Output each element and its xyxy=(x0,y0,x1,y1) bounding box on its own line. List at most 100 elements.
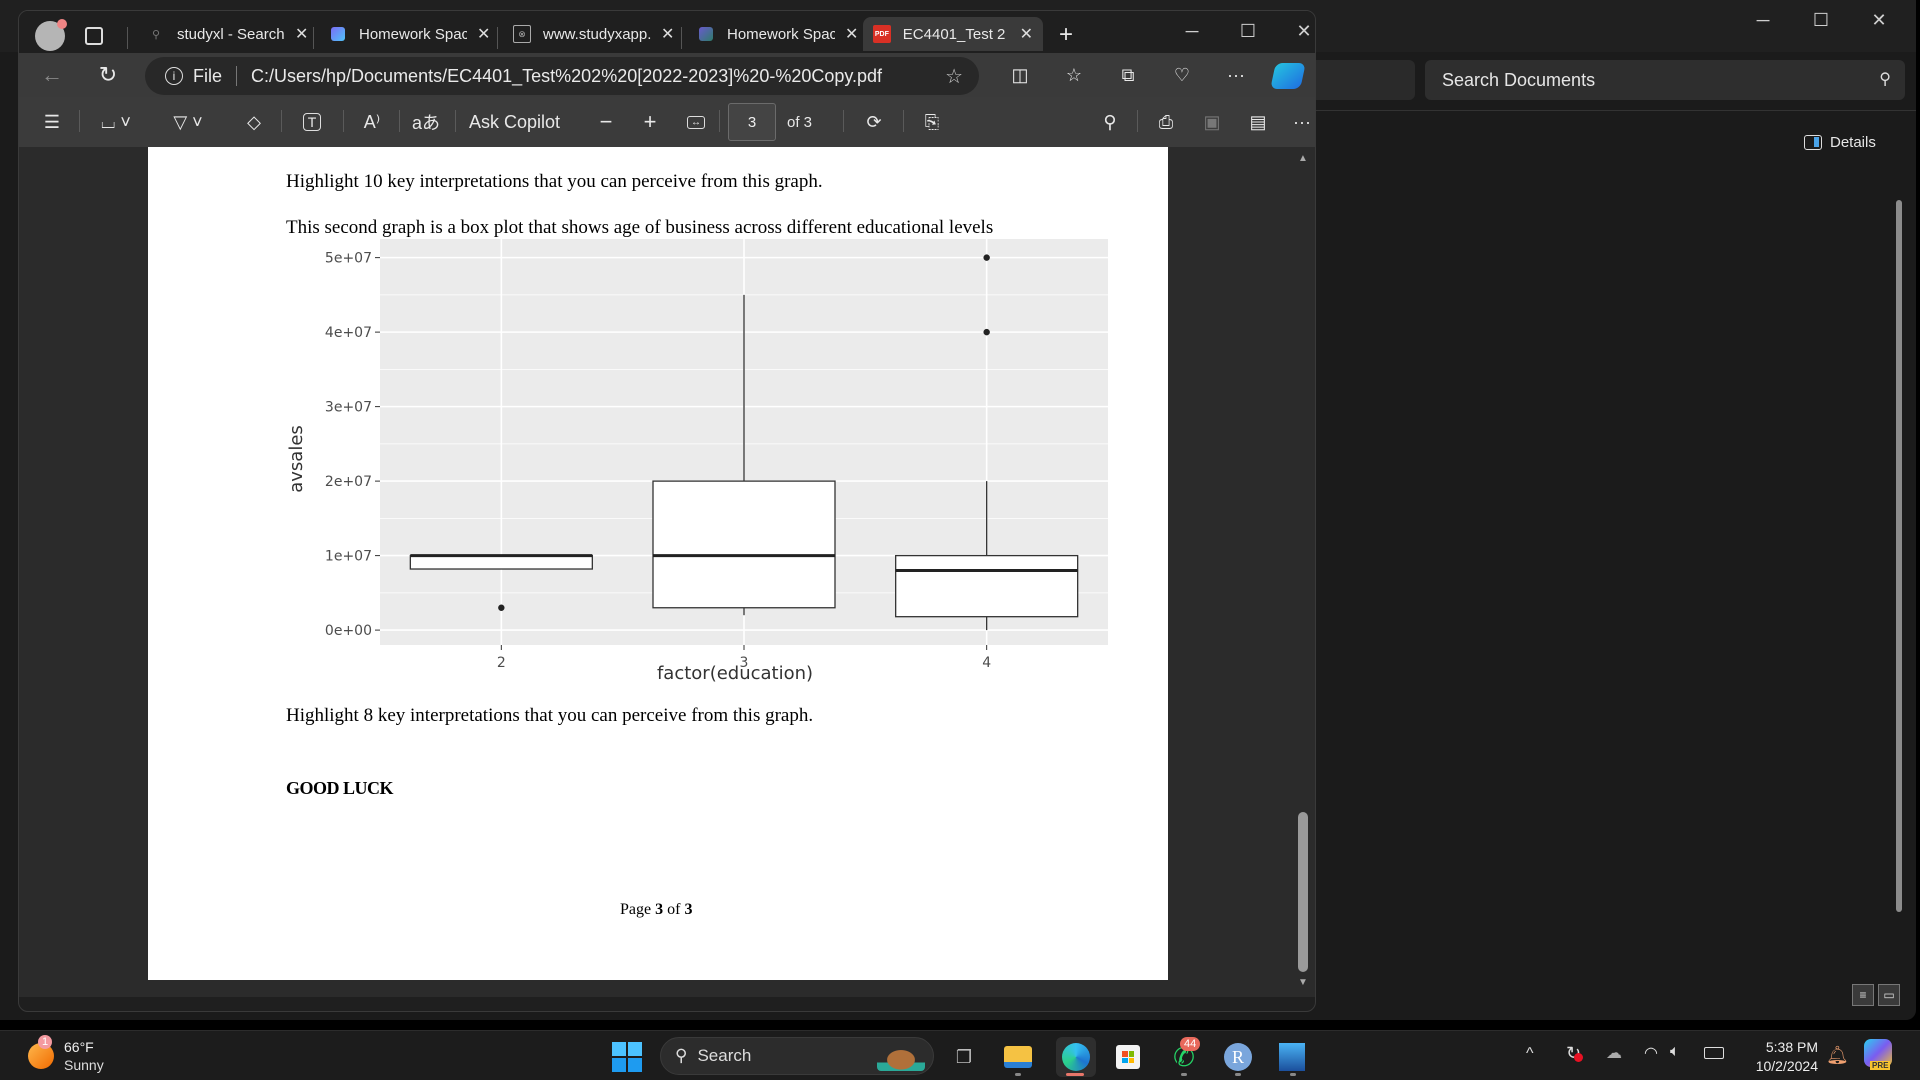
copilot-icon[interactable] xyxy=(1270,63,1306,89)
close-icon[interactable]: ✕ xyxy=(1856,4,1902,36)
footer-page: 3 xyxy=(655,901,664,918)
divider xyxy=(79,110,80,132)
maximize-icon[interactable]: ☐ xyxy=(1798,4,1844,36)
split-screen-icon[interactable]: ◫ xyxy=(1003,58,1037,92)
refresh-icon[interactable]: ↻ xyxy=(91,58,125,92)
read-aloud-icon[interactable]: A⁾ xyxy=(355,105,389,139)
close-icon[interactable]: ✕ xyxy=(1281,15,1315,47)
details-view-icon[interactable]: ≡ xyxy=(1852,984,1874,1006)
scrollbar-thumb[interactable] xyxy=(1298,812,1308,972)
divider xyxy=(313,27,314,49)
find-icon[interactable]: ⚲ xyxy=(1093,105,1127,139)
minimize-icon[interactable]: ─ xyxy=(1169,15,1215,47)
collections-icon[interactable]: ⧉ xyxy=(1111,58,1145,92)
save-icon[interactable]: ▣ xyxy=(1195,105,1229,139)
taskbar-search[interactable]: ⚲ Search xyxy=(660,1037,934,1075)
new-tab-button[interactable]: + xyxy=(1059,23,1073,47)
good-luck-heading: GOOD LUCK xyxy=(286,778,394,798)
explorer-scrollbar[interactable] xyxy=(1896,200,1902,912)
taskbar: 1 66°F Sunny ⚲ Search ❐ ✆ 44 R ^ ↻ ☁ ◠ 🔈… xyxy=(0,1030,1920,1080)
back-icon[interactable]: ← xyxy=(35,58,69,92)
divider xyxy=(127,27,128,49)
clock-time[interactable]: 5:38 PM xyxy=(1742,1039,1818,1055)
show-hidden-icons-icon[interactable]: ^ xyxy=(1526,1045,1534,1063)
file-explorer-icon[interactable] xyxy=(1002,1041,1034,1073)
page-number-input[interactable]: 3 xyxy=(728,103,776,141)
volume-icon[interactable]: 🔈︎ xyxy=(1670,1043,1680,1061)
tiles-view-icon[interactable]: ▭ xyxy=(1878,984,1900,1006)
profile-avatar[interactable] xyxy=(35,19,67,51)
close-tab-icon[interactable]: ✕ xyxy=(845,24,858,44)
page-total-label: of 3 xyxy=(787,113,813,131)
tab-homework-space-2[interactable]: Homework Spac ✕ xyxy=(687,17,868,51)
browser-essentials-icon[interactable]: ♡ xyxy=(1165,58,1199,92)
highlight-icon[interactable]: ⌴ ˅ xyxy=(91,105,141,139)
close-tab-icon[interactable]: ✕ xyxy=(661,24,674,44)
weather-condition[interactable]: Sunny xyxy=(64,1057,104,1073)
search-icon: ⚲ xyxy=(1879,71,1891,88)
footer-of: of xyxy=(663,901,685,918)
rotate-icon[interactable]: ⟳ xyxy=(857,105,891,139)
scroll-up-icon[interactable]: ▲ xyxy=(1298,153,1308,164)
weather-temp[interactable]: 66°F xyxy=(64,1039,94,1055)
wifi-icon[interactable]: ◠ xyxy=(1644,1043,1658,1063)
settings-more-icon[interactable]: ··· xyxy=(1219,58,1253,92)
close-tab-icon[interactable]: ✕ xyxy=(1020,24,1033,44)
close-tab-icon[interactable]: ✕ xyxy=(295,24,308,44)
battery-icon[interactable] xyxy=(1704,1047,1724,1059)
zoom-out-button[interactable]: − xyxy=(591,105,621,139)
add-text-icon[interactable]: T xyxy=(295,105,329,139)
page-view-icon[interactable]: ⎘ xyxy=(915,105,949,139)
tab-ec4401-test[interactable]: PDF EC4401_Test 2 [2 ✕ xyxy=(863,17,1043,51)
tab-studyxapp[interactable]: ⊗ www.studyxapp. ✕ xyxy=(503,17,684,51)
task-view-icon[interactable]: ❐ xyxy=(948,1041,980,1073)
copilot-preview-badge: PRE xyxy=(1870,1061,1891,1070)
whatsapp-badge: 44 xyxy=(1180,1037,1201,1051)
erase-icon[interactable]: ◇ xyxy=(237,105,271,139)
y-axis-label: avsales xyxy=(286,425,307,493)
more-options-icon[interactable]: ··· xyxy=(1285,105,1315,139)
tab-actions-icon[interactable] xyxy=(85,27,103,45)
scroll-down-icon[interactable]: ▼ xyxy=(1298,977,1308,988)
sync-icon[interactable]: ↻ xyxy=(1566,1043,1583,1064)
draw-icon[interactable]: ▽ ˅ xyxy=(163,105,213,139)
tab-studyxl-search[interactable]: ⚲ studyxl - Search ✕ xyxy=(137,17,318,51)
details-button[interactable]: Details xyxy=(1804,134,1876,151)
zoom-in-button[interactable]: + xyxy=(635,105,665,139)
close-tab-icon[interactable]: ✕ xyxy=(477,24,490,44)
ask-copilot-button[interactable]: Ask Copilot xyxy=(469,105,560,139)
edge-icon[interactable] xyxy=(1056,1037,1096,1077)
translate-icon[interactable]: aあ xyxy=(409,105,443,139)
running-indicator xyxy=(1015,1073,1021,1076)
search-placeholder: Search Documents xyxy=(1442,69,1596,90)
notifications-bell-icon[interactable]: 🔔︎ xyxy=(1826,1045,1849,1066)
clock-date[interactable]: 10/2/2024 xyxy=(1742,1058,1818,1074)
r-app-icon[interactable]: R xyxy=(1222,1041,1254,1073)
search-documents-input[interactable]: Search Documents ⚲ xyxy=(1425,60,1905,100)
save-as-icon[interactable]: ▤ xyxy=(1241,105,1275,139)
microsoft-store-icon[interactable] xyxy=(1112,1041,1144,1073)
contents-icon[interactable]: ☰ xyxy=(35,105,69,139)
divider xyxy=(843,110,844,132)
favorites-icon[interactable]: ☆ xyxy=(1057,58,1091,92)
favorite-star-icon[interactable]: ☆ xyxy=(945,64,963,89)
info-icon[interactable]: i xyxy=(165,67,183,85)
photos-icon[interactable] xyxy=(1276,1041,1308,1073)
address-input[interactable]: i File C:/Users/hp/Documents/EC4401_Test… xyxy=(145,57,979,95)
print-icon[interactable]: ⎙ xyxy=(1149,105,1183,139)
pdf-toolbar: ☰ ⌴ ˅ ▽ ˅ ◇ T A⁾ aあ Ask Copilot − + ↔ 3 … xyxy=(19,97,1315,147)
start-icon[interactable] xyxy=(612,1042,642,1072)
minimize-icon[interactable]: ─ xyxy=(1740,4,1786,36)
x-tick-label: 2 xyxy=(497,655,506,671)
onedrive-off-icon[interactable]: ☁ xyxy=(1606,1043,1622,1063)
maximize-icon[interactable]: ☐ xyxy=(1225,15,1271,47)
tab-homework-space-1[interactable]: Homework Spac ✕ xyxy=(319,17,500,51)
url-text: C:/Users/hp/Documents/EC4401_Test%202%20… xyxy=(251,65,883,86)
pdf-icon: PDF xyxy=(873,25,891,43)
fit-to-width-icon[interactable]: ↔ xyxy=(679,105,713,139)
tab-label: www.studyxapp. xyxy=(543,25,651,43)
y-tick-label: 2e+07 xyxy=(325,474,372,490)
y-tick-label: 3e+07 xyxy=(325,400,372,416)
x-tick-label: 4 xyxy=(982,655,991,671)
homework-cube-icon xyxy=(697,25,715,43)
